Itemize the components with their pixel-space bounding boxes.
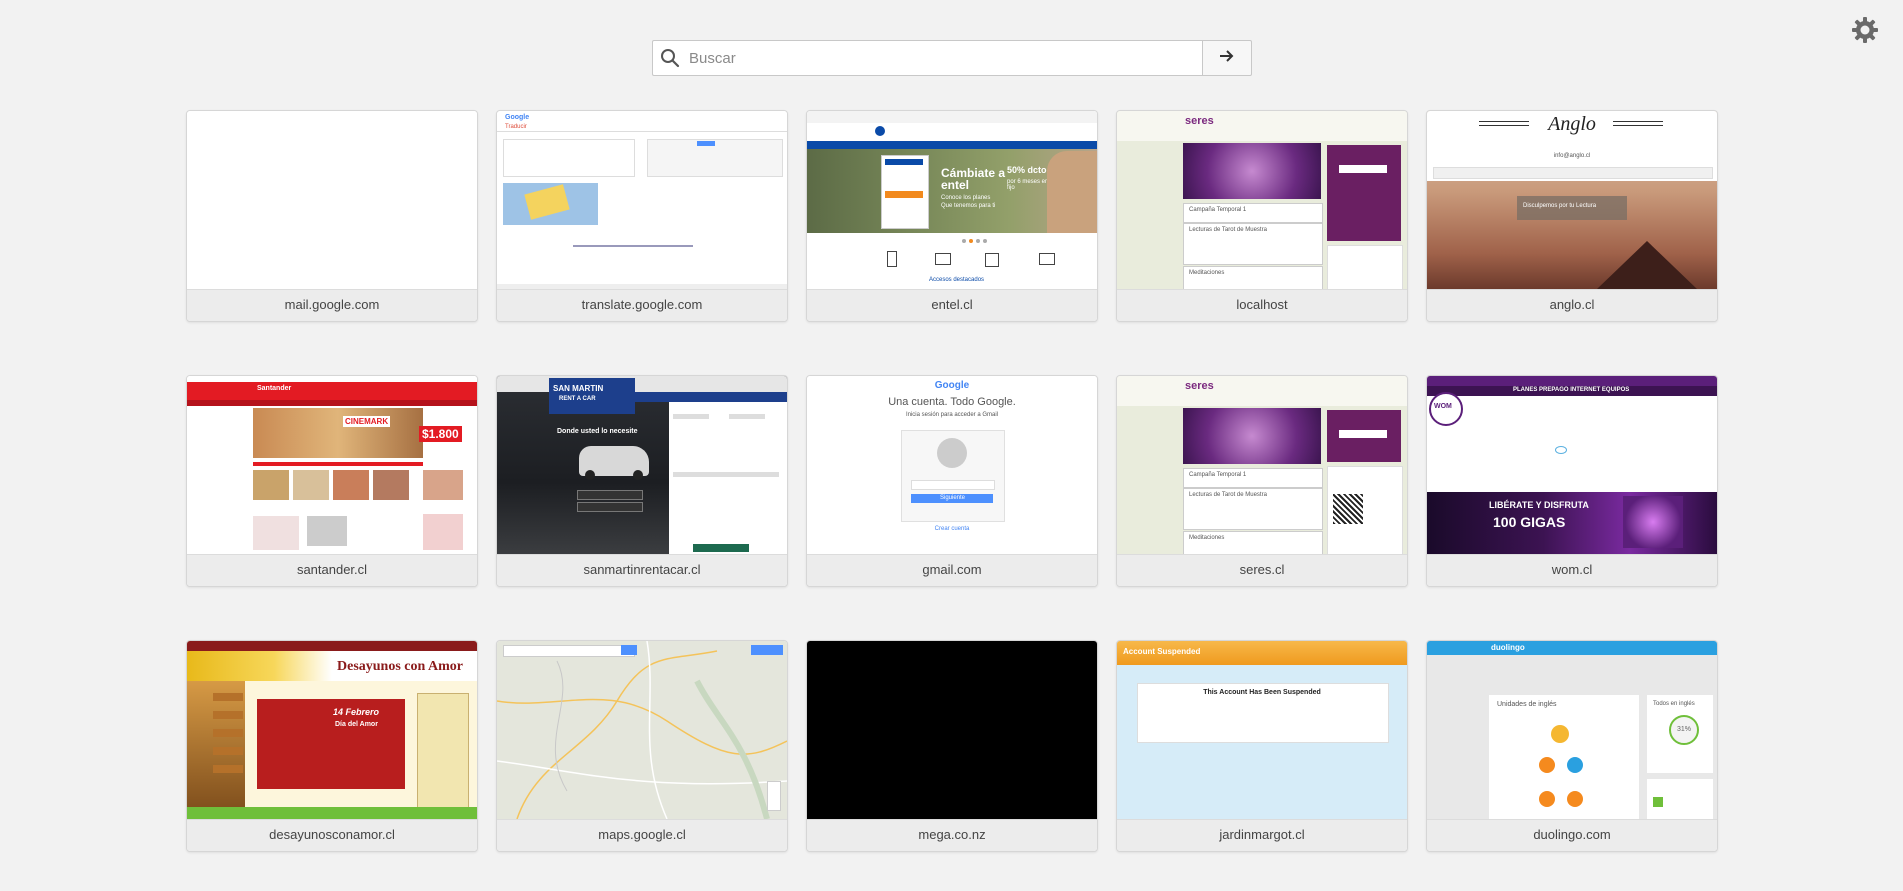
speed-dial-tile[interactable]: mail.google.com [186,110,478,322]
thumb-footer: Accesos destacados [929,277,985,283]
thumb-sub: Inicia sesión para acceder a Gmail [905,412,999,418]
gear-icon [1851,17,1879,48]
tile-label: seres.cl [1117,554,1407,586]
tile-thumbnail: Account Suspended This Account Has Been … [1117,641,1407,819]
thumb-brand: Google [934,380,970,391]
tile-label: sanmartinrentacar.cl [497,554,787,586]
settings-button[interactable] [1851,16,1879,44]
speed-dial-tile[interactable]: Google Una cuenta. Todo Google. Inicia s… [806,375,1098,587]
tile-label: localhost [1117,289,1407,321]
tile-label: translate.google.com [497,289,787,321]
tile-label: jardinmargot.cl [1117,819,1407,851]
thumb-card3: Meditaciones [1189,535,1225,541]
tile-thumbnail [187,111,477,289]
thumb-message: This Account Has Been Suspended [1203,689,1321,696]
tile-thumbnail: Santander CINEMARK $1.800 [187,376,477,554]
thumb-card2: Lecturas de Tarot de Muestra [1189,492,1267,498]
tile-label: anglo.cl [1427,289,1717,321]
search-input[interactable] [687,42,1202,74]
thumb-card2: Lecturas de Tarot de Muestra [1189,227,1267,233]
thumb-brand: duolingo [1491,643,1525,652]
thumb-accent: 50% dcto [1007,165,1047,175]
speed-dial-tile[interactable]: Account Suspended This Account Has Been … [1116,640,1408,852]
search-icon [653,48,687,68]
thumb-line2: Que tenemos para ti [941,203,996,209]
tile-thumbnail [497,641,787,819]
thumb-section: Unidades de inglés [1497,701,1557,708]
tile-thumbnail: duolingo Unidades de inglés Todos en ing… [1427,641,1717,819]
thumb-button: Siguiente [940,495,966,501]
thumb-promo: CINEMARK [343,416,391,427]
thumb-brand: Anglo [1548,113,1596,135]
speed-dial-tile[interactable]: PLANES PREPAGO INTERNET EQUIPOS WOM LIBÉ… [1426,375,1718,587]
thumb-promo1: LIBÉRATE Y DISFRUTA [1489,500,1589,510]
speed-dial-tile[interactable]: Desayunos con Amor 14 Febrero Día del Am… [186,640,478,852]
speed-dial-tile[interactable]: Google Traducir translate.google.com [496,110,788,322]
thumb-headline: Una cuenta. Todo Google. [888,396,1016,408]
thumb-percent: 31% [1669,715,1699,745]
thumb-side: Todos en inglés [1653,701,1695,707]
speed-dial-tile[interactable]: seres Campaña Temporal 1 Lecturas de Tar… [1116,110,1408,322]
tile-thumbnail [807,641,1097,819]
tile-thumbnail: seres Campaña Temporal 1 Lecturas de Tar… [1117,111,1407,289]
tile-label: gmail.com [807,554,1097,586]
search-box [652,40,1202,76]
speed-dial-tile[interactable]: SAN MARTIN RENT A CAR Donde usted lo nec… [496,375,788,587]
thumb-line1: Conoce los planes [941,195,991,201]
tile-label: mega.co.nz [807,819,1097,851]
search-bar [652,40,1252,76]
thumb-date: 14 Febrero [333,707,380,717]
tile-thumbnail: SAN MARTIN RENT A CAR Donde usted lo nec… [497,376,787,554]
arrow-right-icon [1219,49,1235,68]
thumb-sub: Traducir [505,124,527,130]
speed-dial-tile[interactable]: duolingo Unidades de inglés Todos en ing… [1426,640,1718,852]
thumb-promo2: 100 GIGAS [1493,514,1566,530]
thumb-nav: PLANES PREPAGO INTERNET EQUIPOS [1513,387,1630,393]
thumb-brand: Santander [257,385,292,392]
thumb-card1: Campaña Temporal 1 [1189,472,1247,478]
tile-thumbnail: Anglo info@anglo.cl Disculpemos por tu L… [1427,111,1717,289]
thumb-card1: Campaña Temporal 1 [1189,207,1247,213]
tile-label: santander.cl [187,554,477,586]
speed-dial-tile[interactable]: seres Campaña Temporal 1 Lecturas de Tar… [1116,375,1408,587]
tile-label: desayunosconamor.cl [187,819,477,851]
tile-thumbnail: seres Campaña Temporal 1 Lecturas de Tar… [1117,376,1407,554]
tile-thumbnail: Google Traducir [497,111,787,289]
tile-label: entel.cl [807,289,1097,321]
thumb-brand: seres [1185,380,1214,392]
thumb-headline: Cámbiate a entel [941,166,1006,192]
thumb-headline: Donde usted lo necesite [557,428,638,435]
tile-thumbnail: PLANES PREPAGO INTERNET EQUIPOS WOM LIBÉ… [1427,376,1717,554]
new-tab-page: mail.google.com Google Traducir translat… [0,0,1903,891]
thumb-note: Disculpemos por tu Lectura [1523,203,1597,209]
thumb-card3: Meditaciones [1189,270,1225,276]
thumb-sub: RENT A CAR [559,396,596,402]
tile-thumbnail: Desayunos con Amor 14 Febrero Día del Am… [187,641,477,819]
thumb-brand: Google [505,114,530,121]
thumb-brand: seres [1185,115,1214,127]
tile-label: duolingo.com [1427,819,1717,851]
thumb-header: Account Suspended [1123,647,1201,656]
thumb-brand: Desayunos con Amor [337,659,464,674]
tile-thumbnail: Cámbiate a entel Conoce los planes Que t… [807,111,1097,289]
thumb-email: info@anglo.cl [1553,153,1591,159]
thumb-price: $1.800 [419,426,462,442]
tile-label: wom.cl [1427,554,1717,586]
speed-dial-tile[interactable]: Santander CINEMARK $1.800 santander.cl [186,375,478,587]
speed-dial-tile[interactable]: Cámbiate a entel Conoce los planes Que t… [806,110,1098,322]
speed-dial-tile[interactable]: maps.google.cl [496,640,788,852]
tile-thumbnail: Google Una cuenta. Todo Google. Inicia s… [807,376,1097,554]
thumb-sub: Día del Amor [335,721,378,728]
speed-dial-tile[interactable]: mega.co.nz [806,640,1098,852]
thumb-link: Crear cuenta [934,526,970,532]
tile-label: mail.google.com [187,289,477,321]
speed-dial-tile[interactable]: Anglo info@anglo.cl Disculpemos por tu L… [1426,110,1718,322]
thumb-brand: WOM [1434,403,1452,410]
search-go-button[interactable] [1202,40,1252,76]
tile-label: maps.google.cl [497,819,787,851]
thumb-brand: SAN MARTIN [553,384,604,393]
